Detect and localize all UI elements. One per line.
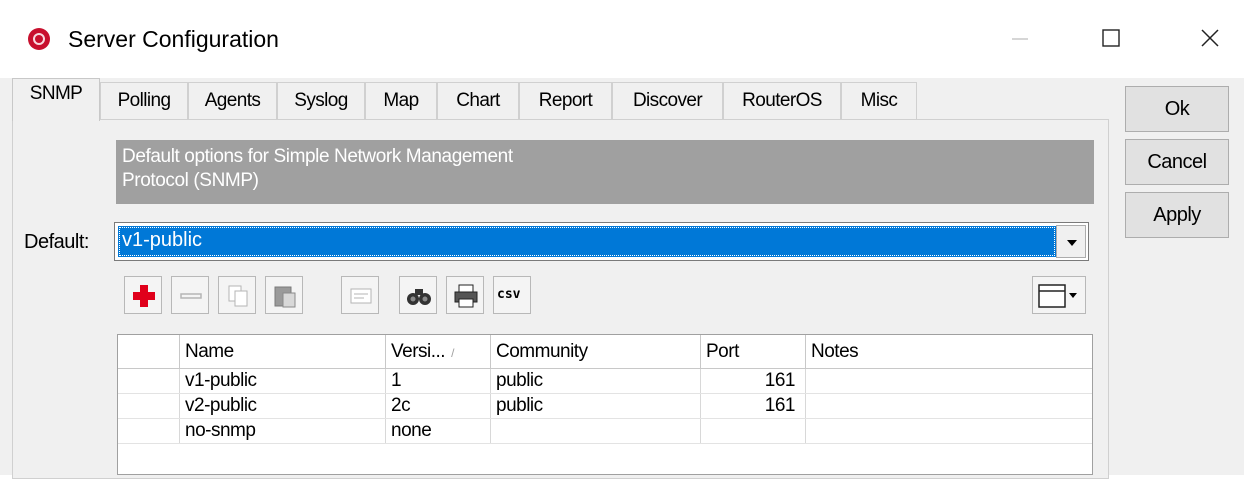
cell-version: none	[386, 419, 491, 443]
chevron-down-icon	[1067, 240, 1077, 246]
paste-icon	[274, 286, 296, 308]
tab-misc[interactable]: Misc	[841, 82, 917, 120]
remove-button[interactable]	[171, 276, 209, 314]
cell-notes	[806, 369, 1092, 393]
default-select[interactable]: v1-public	[114, 222, 1089, 261]
paste-button[interactable]	[265, 276, 303, 314]
tab-map[interactable]: Map	[365, 82, 437, 120]
column-chooser-icon	[1038, 284, 1077, 308]
cell-community: public	[491, 369, 701, 393]
close-icon	[1201, 29, 1219, 47]
apply-button[interactable]: Apply	[1125, 192, 1229, 238]
print-icon	[454, 284, 478, 308]
close-button[interactable]	[1180, 14, 1240, 64]
tab-routeros[interactable]: RouterOS	[723, 82, 841, 120]
csv-export-icon: csv	[497, 287, 521, 302]
tab-polling[interactable]: Polling	[100, 82, 188, 120]
csv-export-button[interactable]: csv	[493, 276, 531, 314]
ok-button[interactable]: Ok	[1125, 86, 1229, 132]
add-button[interactable]	[124, 276, 162, 314]
cell-port: 161	[701, 369, 806, 393]
add-icon	[133, 285, 155, 307]
minimize-icon	[1012, 38, 1028, 40]
cell-name: no-snmp	[180, 419, 386, 443]
cancel-button[interactable]: Cancel	[1125, 139, 1229, 185]
column-header-version[interactable]: Versi... /	[386, 335, 491, 368]
dropdown-button[interactable]	[1056, 225, 1086, 258]
tab-report[interactable]: Report	[519, 82, 612, 120]
column-header-notes[interactable]: Notes	[806, 335, 1092, 368]
tab-discover[interactable]: Discover	[612, 82, 723, 120]
cell-notes	[806, 419, 1092, 443]
cell-version: 1	[386, 369, 491, 393]
cell-port: 161	[701, 394, 806, 418]
cell-name: v2-public	[180, 394, 386, 418]
title-bar: Server Configuration	[0, 0, 1244, 78]
sort-ascending-icon: /	[451, 346, 454, 360]
tab-syslog[interactable]: Syslog	[277, 82, 365, 120]
remove-icon	[180, 293, 202, 299]
column-header-marker[interactable]	[118, 335, 180, 368]
tab-chart[interactable]: Chart	[437, 82, 519, 120]
table-row[interactable]: no-snmp none	[118, 419, 1092, 444]
table-header: Name Versi... / Community Port Notes	[118, 335, 1092, 369]
column-header-community[interactable]: Community	[491, 335, 701, 368]
find-button[interactable]	[399, 276, 437, 314]
maximize-icon	[1102, 29, 1120, 47]
copy-button[interactable]	[218, 276, 256, 314]
row-marker	[118, 419, 180, 443]
window-title: Server Configuration	[68, 26, 279, 52]
table-row[interactable]: v1-public 1 public 161	[118, 369, 1092, 394]
comment-button[interactable]	[341, 276, 379, 314]
minimize-button[interactable]	[990, 14, 1050, 64]
banner-line-1: Default options for Simple Network Manag…	[122, 146, 513, 167]
maximize-button[interactable]	[1082, 14, 1142, 64]
row-marker	[118, 394, 180, 418]
find-icon	[407, 289, 431, 305]
banner-line-2: Protocol (SNMP)	[122, 170, 259, 191]
description-banner: Default options for Simple Network Manag…	[116, 140, 1094, 204]
default-label: Default:	[24, 231, 89, 253]
dialog-body: SNMP Polling Agents Syslog Map Chart Rep…	[0, 78, 1244, 479]
copy-icon	[228, 285, 248, 307]
default-select-value[interactable]: v1-public	[118, 226, 1056, 257]
cell-community: public	[491, 394, 701, 418]
column-chooser-button[interactable]	[1032, 276, 1086, 314]
grid-toolbar: csv	[124, 276, 1094, 318]
cell-name: v1-public	[180, 369, 386, 393]
snmp-profiles-table: Name Versi... / Community Port Notes v1-p…	[117, 334, 1093, 475]
column-header-version-label: Versi...	[391, 341, 446, 362]
comment-icon	[350, 288, 372, 304]
cell-community	[491, 419, 701, 443]
cell-notes	[806, 394, 1092, 418]
column-header-name[interactable]: Name	[180, 335, 386, 368]
router-app-icon	[28, 28, 50, 50]
tab-agents[interactable]: Agents	[188, 82, 277, 120]
row-marker	[118, 369, 180, 393]
column-header-port[interactable]: Port	[701, 335, 806, 368]
print-button[interactable]	[446, 276, 484, 314]
tab-snmp[interactable]: SNMP	[12, 78, 100, 121]
cell-version: 2c	[386, 394, 491, 418]
table-row[interactable]: v2-public 2c public 161	[118, 394, 1092, 419]
tab-strip: SNMP Polling Agents Syslog Map Chart Rep…	[0, 78, 1110, 121]
cell-port	[701, 419, 806, 443]
